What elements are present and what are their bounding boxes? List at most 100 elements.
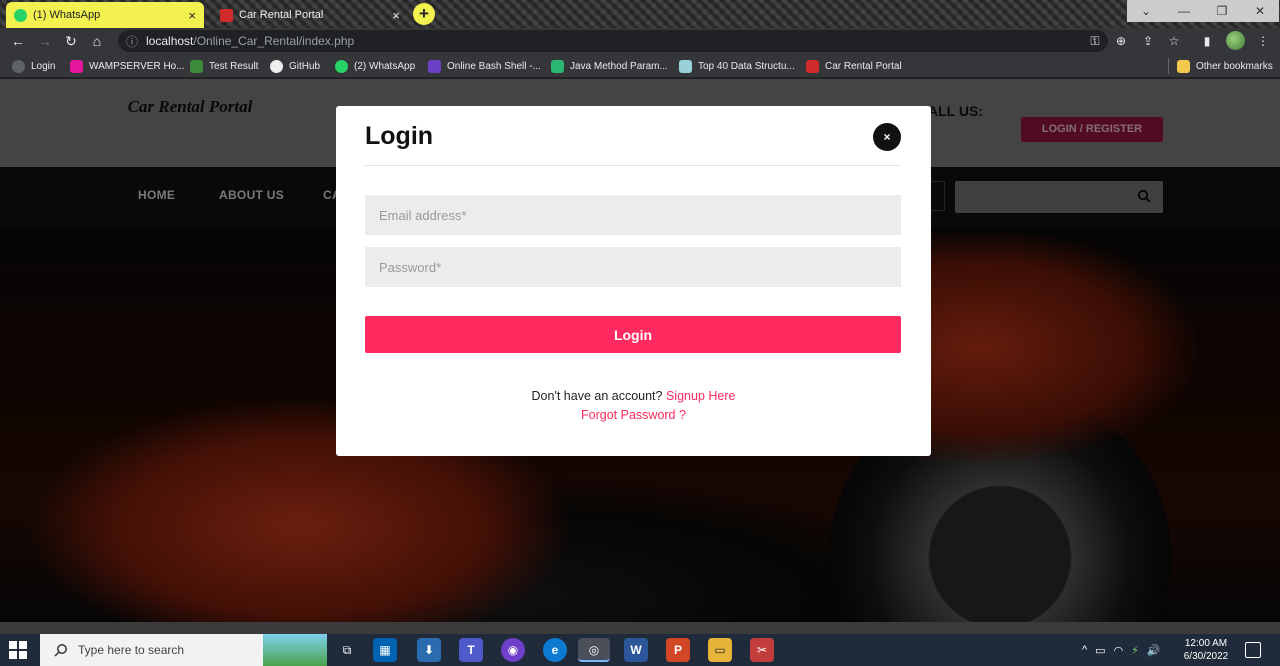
- word-icon[interactable]: W: [624, 638, 648, 662]
- tab-close-icon[interactable]: ×: [188, 9, 196, 22]
- tab-search-button[interactable]: ⌄: [1127, 0, 1165, 22]
- bookmark-label: Online Bash Shell -...: [447, 60, 541, 72]
- email-field[interactable]: [365, 195, 901, 235]
- github-icon: [270, 59, 283, 73]
- bookmark-login[interactable]: Login: [12, 58, 55, 74]
- weather-widget-icon[interactable]: [263, 634, 327, 666]
- side-panel-icon[interactable]: ▮: [1198, 32, 1216, 50]
- bookmark-data-structures[interactable]: Top 40 Data Structu...: [679, 58, 795, 74]
- forward-icon[interactable]: →: [36, 32, 54, 50]
- bookmark-java-method[interactable]: Java Method Param...: [551, 58, 668, 74]
- bookmark-other[interactable]: Other bookmarks: [1177, 58, 1273, 74]
- modal-close-button[interactable]: ×: [873, 123, 901, 151]
- globe-icon: [12, 59, 25, 73]
- bookmark-github[interactable]: GitHub: [270, 58, 320, 74]
- back-icon[interactable]: ←: [9, 32, 27, 50]
- window-close-button[interactable]: ✕: [1241, 0, 1279, 22]
- key-icon[interactable]: ⚿: [1086, 32, 1104, 50]
- bookmark-label: WAMPSERVER Ho...: [89, 60, 185, 72]
- signup-link[interactable]: Signup Here: [666, 389, 736, 403]
- tab-whatsapp[interactable]: (1) WhatsApp ×: [6, 2, 204, 28]
- search-icon: [54, 644, 67, 657]
- windows-taskbar: Type here to search ⧉ ▦ ⬇ T ◉ e ◎ W P ▭ …: [0, 634, 1280, 666]
- browser-menu-icon[interactable]: ⋮: [1254, 32, 1272, 50]
- task-view-icon[interactable]: ⧉: [331, 638, 363, 662]
- address-bar[interactable]: ⓘ localhost/Online_Car_Rental/index.php: [118, 30, 1108, 52]
- bookmark-label: Car Rental Portal: [825, 60, 902, 72]
- restore-button[interactable]: ❐: [1203, 0, 1241, 22]
- bolt-icon: [428, 59, 441, 73]
- taskbar-search-placeholder: Type here to search: [78, 643, 185, 657]
- notification-icon[interactable]: [1245, 642, 1261, 658]
- leaf-icon: [190, 59, 203, 73]
- login-submit-button[interactable]: Login: [365, 316, 901, 353]
- no-account-text: Don't have an account?: [531, 389, 663, 403]
- edge-icon[interactable]: e: [543, 638, 567, 662]
- whatsapp-icon: [335, 59, 348, 73]
- powerpoint-icon[interactable]: P: [666, 638, 690, 662]
- bookmark-label: Test Result: [209, 60, 259, 72]
- bookmark-online-bash[interactable]: Online Bash Shell -...: [428, 58, 541, 74]
- battery-icon[interactable]: ▭: [1095, 644, 1105, 657]
- bookmark-whatsapp[interactable]: (2) WhatsApp: [335, 58, 415, 74]
- chrome-icon[interactable]: ◎: [578, 638, 610, 662]
- volume-icon[interactable]: 🔊: [1147, 644, 1161, 657]
- bookmark-label: Other bookmarks: [1196, 60, 1273, 72]
- bookmark-divider: [1168, 58, 1169, 74]
- profile-avatar[interactable]: [1226, 31, 1245, 50]
- w-icon: [551, 59, 564, 73]
- whatsapp-icon: [14, 8, 27, 22]
- snipping-tool-icon[interactable]: ✂: [750, 638, 774, 662]
- bookmark-car-rental[interactable]: Car Rental Portal: [806, 58, 902, 74]
- tab-label: Car Rental Portal: [239, 9, 324, 21]
- forgot-password-link[interactable]: Forgot Password ?: [336, 408, 931, 422]
- folder-icon: [1177, 59, 1190, 73]
- signup-prompt: Don't have an account? Signup Here: [336, 389, 931, 403]
- login-modal: Login × Login Don't have an account? Sig…: [336, 106, 931, 456]
- github-desktop-icon[interactable]: ◉: [501, 638, 525, 662]
- tab-label: (1) WhatsApp: [33, 9, 101, 21]
- minimize-button[interactable]: —: [1165, 0, 1203, 22]
- bookmark-label: (2) WhatsApp: [354, 60, 416, 72]
- wamp-icon: [70, 59, 83, 73]
- file-explorer-icon[interactable]: ▭: [708, 638, 732, 662]
- address-host: localhost: [146, 34, 194, 48]
- modal-divider: [365, 165, 901, 166]
- bookmark-label: GitHub: [289, 60, 321, 72]
- password-field[interactable]: [365, 247, 901, 287]
- clock-time: 12:00 AM: [1184, 638, 1228, 649]
- tab-close-icon[interactable]: ×: [392, 9, 400, 22]
- bookmark-wampserver[interactable]: WAMPSERVER Ho...: [70, 58, 185, 74]
- browser-toolbar: ← → ↻ ⌂ ⓘ localhost/Online_Car_Rental/in…: [0, 28, 1280, 54]
- taskbar-search[interactable]: Type here to search: [40, 634, 327, 666]
- share-icon[interactable]: ⇪: [1139, 32, 1157, 50]
- car-icon: [220, 8, 233, 22]
- bookmarks-bar: Login WAMPSERVER Ho... Test Result GitHu…: [0, 54, 1280, 78]
- tray-chevron-icon[interactable]: ^: [1082, 644, 1087, 656]
- clock-date: 6/30/2022: [1183, 651, 1229, 662]
- modal-title: Login: [365, 122, 434, 150]
- taskbar-clock[interactable]: 12:00 AM 6/30/2022: [1183, 637, 1229, 663]
- bookmark-test-result[interactable]: Test Result: [190, 58, 258, 74]
- zoom-icon[interactable]: ⊕: [1112, 32, 1130, 50]
- system-tray: ^ ▭ ◠ ⚡ 🔊: [1082, 634, 1161, 666]
- teams-icon[interactable]: T: [459, 638, 483, 662]
- new-tab-button[interactable]: +: [413, 3, 435, 25]
- car-icon: [806, 59, 819, 73]
- bookmark-label: Java Method Param...: [570, 60, 668, 72]
- reload-icon[interactable]: ↻: [62, 32, 80, 50]
- store-icon[interactable]: ▦: [373, 638, 397, 662]
- browser-tab-strip: (1) WhatsApp × Car Rental Portal × + ⌄ —…: [0, 0, 1280, 28]
- web-page: Car Rental Portal ALL US: LOGIN / REGIST…: [0, 79, 1280, 634]
- bookmark-label: Top 40 Data Structu...: [698, 60, 795, 72]
- home-icon[interactable]: ⌂: [88, 32, 106, 50]
- address-path: /Online_Car_Rental/index.php: [193, 34, 355, 48]
- bookmark-star-icon[interactable]: ☆: [1165, 32, 1183, 50]
- site-info-icon[interactable]: ⓘ: [126, 33, 138, 50]
- mountain-icon: [679, 59, 692, 73]
- tab-car-rental-portal[interactable]: Car Rental Portal ×: [212, 2, 408, 28]
- wifi-icon[interactable]: ◠: [1114, 644, 1124, 657]
- downloads-icon[interactable]: ⬇: [417, 638, 441, 662]
- windows-start-icon[interactable]: [9, 641, 27, 659]
- charging-icon[interactable]: ⚡: [1131, 644, 1139, 657]
